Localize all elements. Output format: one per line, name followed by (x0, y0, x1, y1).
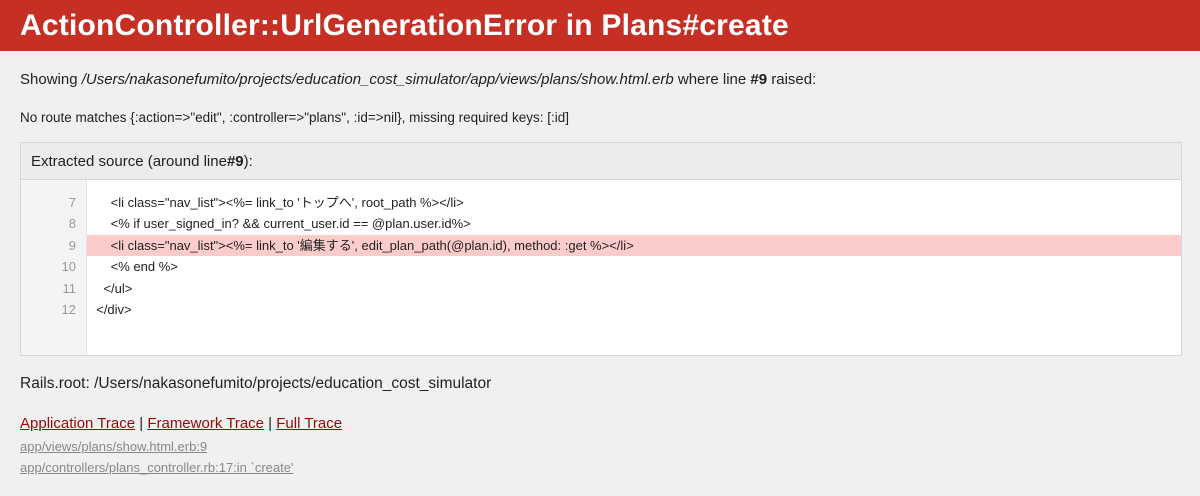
code-line: <% if user_signed_in? && current_user.id… (89, 216, 471, 232)
error-line-number: #9 (750, 71, 768, 88)
line-number: 10 (61, 259, 76, 275)
line-number: 7 (68, 195, 76, 210)
showing-line: Showing /Users/nakasonefumito/projects/e… (20, 51, 1180, 89)
code-line: </ul> (89, 280, 133, 296)
line-number: 8 (68, 216, 76, 232)
trace-item: app/views/plans/show.html.erb:9 (20, 436, 1180, 457)
framework-trace-link[interactable]: Framework Trace (147, 415, 264, 432)
extracted-source: Extracted source (around line #9): 7 8 9… (20, 142, 1182, 356)
line-number: 9 (68, 237, 76, 253)
source-body: 7 8 9 10 11 12 <li class="nav_list"><%= … (21, 180, 1181, 355)
line-number-gutter: 7 8 9 10 11 12 (21, 180, 87, 355)
trace-frame-link[interactable]: app/controllers/plans_controller.rb:17:i… (20, 460, 293, 475)
showing-middle: where line (673, 71, 751, 88)
rails-root: Rails.root: /Users/nakasonefumito/projec… (20, 375, 492, 392)
error-title: ActionController::UrlGenerationError in … (20, 8, 789, 42)
trace-frame-link[interactable]: app/views/plans/show.html.erb:9 (20, 439, 207, 454)
code-line-highlighted: <li class="nav_list"><%= link_to '編集する',… (87, 234, 1181, 257)
code-line: <li class="nav_list"><%= link_to 'トップへ',… (89, 195, 464, 210)
code-line: </div> (89, 301, 132, 317)
trace-separator: | (264, 415, 277, 432)
showing-prefix: Showing (20, 71, 82, 88)
trace-separator: | (135, 415, 148, 432)
trace-item: app/controllers/plans_controller.rb:17:i… (20, 457, 1180, 478)
trace-list: app/views/plans/show.html.erb:9 app/cont… (20, 432, 1180, 478)
source-header-prefix: Extracted source (around line (31, 152, 227, 170)
line-number: 11 (62, 280, 77, 296)
extracted-source-header: Extracted source (around line #9): (21, 143, 1181, 180)
line-number: 12 (61, 301, 76, 317)
error-header: ActionController::UrlGenerationError in … (0, 0, 1200, 51)
trace-links: Application Trace | Framework Trace | Fu… (20, 393, 1180, 432)
error-message: No route matches {:action=>"edit", :cont… (20, 110, 569, 125)
source-header-suffix: ): (243, 152, 253, 170)
source-header-line: #9 (226, 152, 244, 170)
error-content: Showing /Users/nakasonefumito/projects/e… (0, 51, 1200, 478)
full-trace-link[interactable]: Full Trace (276, 415, 342, 432)
showing-suffix: raised: (767, 71, 817, 88)
application-trace-link[interactable]: Application Trace (20, 415, 135, 432)
source-code: <li class="nav_list"><%= link_to 'トップへ',… (87, 180, 1181, 355)
template-path: /Users/nakasonefumito/projects/education… (81, 71, 674, 88)
code-line: <% end %> (89, 259, 178, 275)
